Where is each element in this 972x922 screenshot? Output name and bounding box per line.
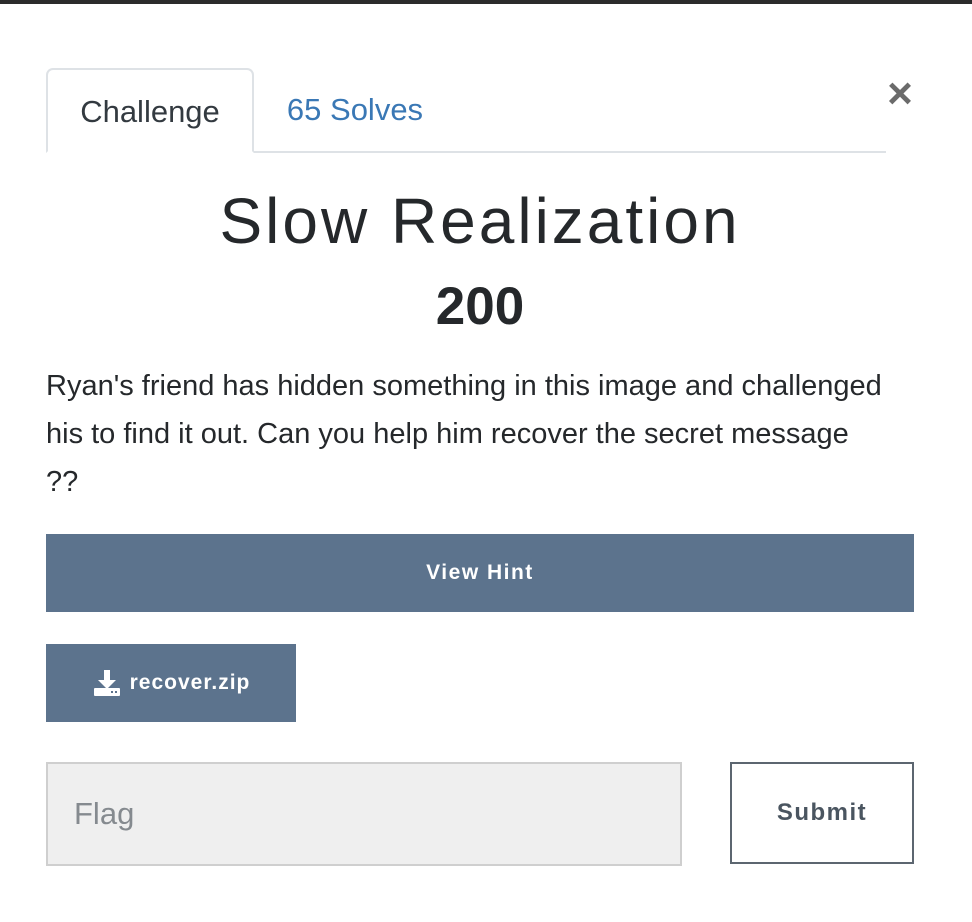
view-hint-button[interactable]: View Hint	[46, 534, 914, 612]
challenge-points: 200	[435, 277, 525, 336]
tab-solves[interactable]: 65 Solves	[268, 68, 442, 151]
tab-bar: Challenge 65 Solves	[46, 68, 886, 153]
close-icon: ×	[887, 69, 913, 118]
submit-label: Submit	[776, 799, 868, 826]
download-file-button[interactable]: recover.zip	[46, 644, 296, 722]
flag-input[interactable]	[46, 762, 682, 866]
challenge-modal: Challenge 65 Solves × Slow Realization 2…	[0, 4, 972, 922]
tab-challenge[interactable]: Challenge	[46, 68, 254, 153]
submit-button[interactable]: Submit	[730, 762, 914, 864]
challenge-title: Slow Realization	[219, 185, 741, 257]
download-file-label: recover.zip	[129, 671, 251, 694]
close-button[interactable]: ×	[880, 72, 920, 116]
challenge-description: Ryan's friend has hidden something in th…	[46, 370, 882, 498]
view-hint-label: View Hint	[426, 561, 534, 584]
download-icon	[93, 670, 120, 696]
